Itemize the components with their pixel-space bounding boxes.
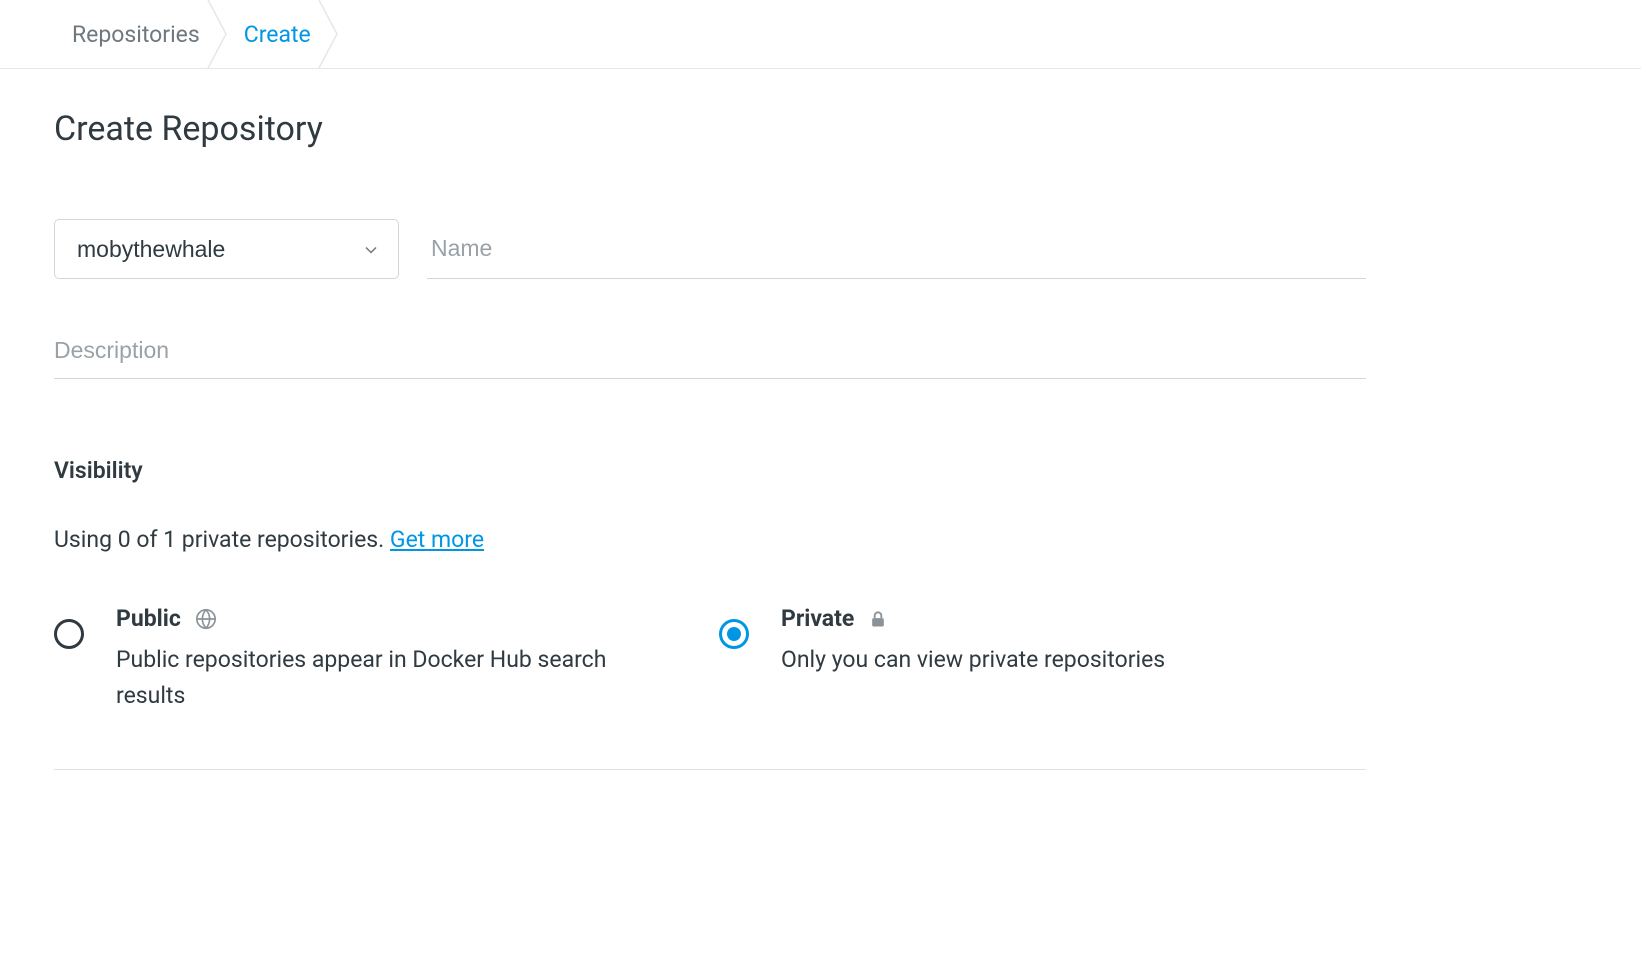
visibility-public-body: Public Public repositories appear in Doc… [116, 605, 719, 713]
visibility-public-desc: Public repositories appear in Docker Hub… [116, 642, 656, 713]
usage-text: Using 0 of 1 private repositories. [54, 526, 390, 553]
page-title: Create Repository [54, 109, 1366, 149]
repo-name-input[interactable] [427, 219, 1366, 279]
visibility-option-private[interactable]: Private Only you can view private reposi… [719, 605, 1384, 713]
private-repo-usage: Using 0 of 1 private repositories. Get m… [54, 526, 1366, 553]
breadcrumb: Repositories Create [0, 0, 1641, 68]
description-row [54, 323, 1366, 379]
visibility-private-body: Private Only you can view private reposi… [781, 605, 1384, 678]
description-input[interactable] [54, 323, 1366, 379]
chevron-right-icon [204, 0, 240, 68]
visibility-options: Public Public repositories appear in Doc… [54, 605, 1366, 713]
radio-private[interactable] [719, 619, 749, 649]
chevron-right-icon [315, 0, 351, 68]
main-content: Create Repository mobythewhale Visibilit… [0, 69, 1420, 770]
breadcrumb-create[interactable]: Create [244, 0, 311, 68]
visibility-heading: Visibility [54, 457, 1366, 484]
globe-icon [195, 608, 217, 630]
visibility-private-desc: Only you can view private repositories [781, 642, 1321, 678]
visibility-private-title-row: Private [781, 605, 1384, 632]
breadcrumb-repositories[interactable]: Repositories [72, 0, 200, 68]
namespace-select[interactable]: mobythewhale [54, 219, 399, 279]
visibility-public-title: Public [116, 605, 181, 632]
visibility-option-public[interactable]: Public Public repositories appear in Doc… [54, 605, 719, 713]
visibility-public-title-row: Public [116, 605, 719, 632]
breadcrumb-bar: Repositories Create [0, 0, 1641, 69]
name-row: mobythewhale [54, 219, 1366, 279]
section-divider [54, 769, 1366, 770]
namespace-select-wrap: mobythewhale [54, 219, 399, 279]
lock-icon [868, 608, 888, 630]
radio-public[interactable] [54, 619, 84, 649]
get-more-link[interactable]: Get more [390, 526, 484, 553]
visibility-private-title: Private [781, 605, 854, 632]
